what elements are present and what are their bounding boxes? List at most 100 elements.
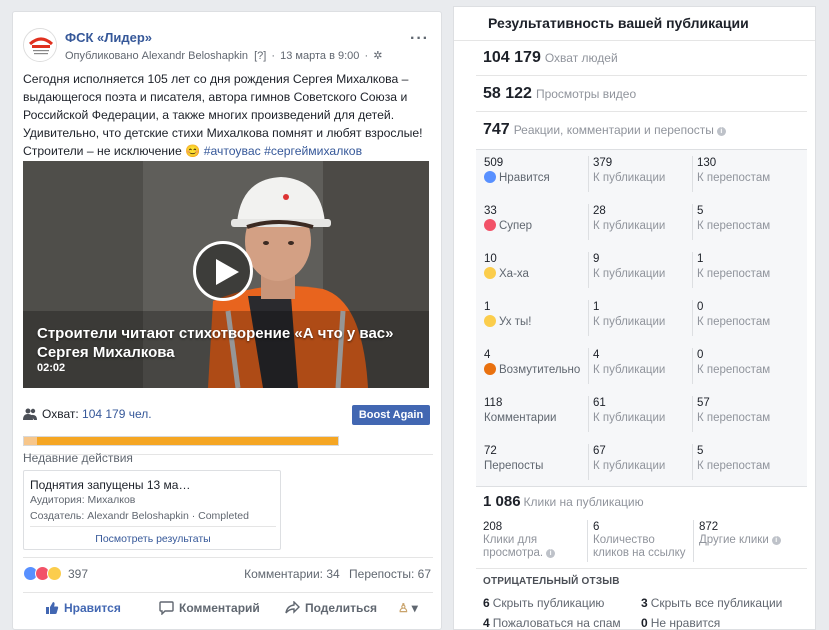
breakdown-cell: 1 Ух ты! — [480, 300, 586, 336]
breakdown-label-text: К публикации — [593, 220, 666, 232]
haha-reaction-icon — [484, 267, 496, 279]
published-by[interactable]: Опубликовано Alexandr Beloshapkin — [65, 50, 248, 62]
recent-actions-title: Недавние действия — [23, 451, 133, 465]
help-mark[interactable]: [?] — [254, 50, 266, 62]
video-duration: 02:02 — [37, 362, 66, 374]
play-icon — [216, 259, 239, 285]
post-date[interactable]: 13 марта в 9:00 — [280, 50, 359, 62]
click-label: Другие клики i — [699, 534, 803, 547]
reach-stat-value: 104 179 — [483, 49, 541, 66]
info-icon[interactable]: i — [716, 127, 726, 136]
breakdown-cell: 0 К перепостам — [692, 300, 802, 336]
breakdown-label-text: К перепостам — [697, 172, 771, 184]
breakdown-value: 509 — [484, 157, 504, 169]
share-button[interactable]: Поделиться — [285, 600, 377, 615]
breakdown-label-text: Перепосты — [484, 460, 544, 472]
breakdown-label: К перепостам — [697, 170, 802, 186]
more-options-icon[interactable]: ··· — [410, 30, 429, 48]
breakdown-label-text: Нравится — [499, 172, 550, 184]
breakdown-value: 67 — [593, 445, 606, 457]
neg-label: Скрыть публикацию — [492, 596, 605, 610]
breakdown-cell: 28 К публикации — [588, 204, 692, 240]
video-title: Строители читают стихотворение «А что у … — [37, 325, 394, 361]
reaction-icons[interactable] — [23, 566, 65, 581]
reactions-breakdown: 509 Нравится 379 К публикации 130 К перепоста… — [476, 149, 807, 487]
like-button[interactable]: Нравится — [45, 601, 121, 615]
reach-stat: 104 179 Охват людей — [483, 49, 618, 67]
breakdown-value: 130 — [697, 157, 717, 169]
view-results-link[interactable]: Посмотреть результаты — [24, 533, 282, 545]
post-hashtags[interactable]: #ачтоувас #сергеймихалков — [204, 144, 362, 158]
reach-progress-bar — [23, 436, 339, 446]
lider-logo-icon — [24, 29, 56, 61]
breakdown-label: К перепостам — [697, 218, 802, 234]
breakdown-label: К публикации — [593, 362, 692, 378]
info-icon[interactable]: i — [771, 536, 781, 545]
neg-label: Пожаловаться на спам — [492, 616, 621, 630]
play-button[interactable] — [193, 241, 253, 301]
breakdown-label: К публикации — [593, 410, 692, 426]
views-stat-value: 58 122 — [483, 85, 532, 102]
views-stat: 58 122 Просмотры видео — [483, 85, 636, 103]
reactions-bar: 397 Комментарии: 34 Перепосты: 67 — [23, 565, 433, 583]
audience-selector[interactable]: ♙ ▾ — [398, 601, 418, 615]
comment-button[interactable]: Комментарий — [159, 601, 260, 616]
breakdown-label-text: К публикации — [593, 268, 666, 280]
negative-unlike: 0 Не нравится — [641, 616, 720, 630]
breakdown-label: Ха-ха — [484, 266, 586, 282]
breakdown-value: 9 — [593, 253, 600, 265]
divider — [23, 557, 433, 558]
comments-count[interactable]: Комментарии: 34 — [244, 567, 340, 581]
breakdown-label: Супер — [484, 218, 586, 234]
like-reaction-icon — [484, 171, 496, 183]
chevron-down-icon: ▾ — [411, 601, 418, 615]
breakdown-cell: 61 К публикации — [588, 396, 692, 432]
reactions-count[interactable]: 397 — [68, 567, 88, 581]
page-avatar[interactable] — [23, 28, 57, 62]
breakdown-label: К перепостам — [697, 362, 802, 378]
recent-action-card: Поднятия запущены 13 ма… Аудитория: Миха… — [23, 470, 281, 550]
breakdown-cell: 0 К перепостам — [692, 348, 802, 384]
shares-count[interactable]: Перепосты: 67 — [349, 567, 431, 581]
breakdown-value: 57 — [697, 397, 710, 409]
audience-gear-icon[interactable]: ✲ — [373, 50, 382, 62]
boost-again-button[interactable]: Boost Again — [352, 405, 430, 425]
comment-icon — [159, 601, 174, 616]
click-label: Клики для — [483, 534, 538, 546]
neg-label: Не нравится — [650, 616, 721, 630]
click-value: 208 — [483, 521, 503, 533]
breakdown-label-text: К перепостам — [697, 412, 771, 424]
person-icon: ♙ — [398, 601, 409, 615]
breakdown-cell: 130 К перепостам — [692, 156, 802, 192]
breakdown-cell: 72 Перепосты — [480, 444, 586, 480]
neg-value: 6 — [483, 596, 490, 610]
boost-creator: Создатель: Alexandr Beloshapkin · Comple… — [30, 510, 249, 522]
engagement-stat: 747 Реакции, комментарии и перепосты i — [483, 121, 726, 139]
post-header: ФСК «Лидер» Опубликовано Alexandr Belosh… — [23, 28, 431, 68]
haha-reaction-icon — [47, 566, 62, 581]
breakdown-row: 72 Перепосты 67 К публикации 5 К перепостам — [476, 438, 807, 486]
breakdown-cell: 5 К перепостам — [692, 204, 802, 240]
click-label: просмотра. i — [483, 547, 587, 560]
divider — [454, 40, 815, 41]
reach-value[interactable]: 104 179 чел. — [82, 407, 152, 421]
people-icon — [23, 408, 37, 420]
breakdown-cell: 10 Ха-ха — [480, 252, 586, 288]
negative-hide-all: 3 Скрыть все публикации — [641, 596, 782, 610]
breakdown-label: К публикации — [593, 170, 692, 186]
breakdown-label-text: Возмутительно — [499, 364, 581, 376]
breakdown-cell: 509 Нравится — [480, 156, 586, 192]
breakdown-cell: 9 К публикации — [588, 252, 692, 288]
click-label: кликов на ссылку — [593, 547, 686, 559]
breakdown-label-text: К перепостам — [697, 268, 771, 280]
video-player[interactable]: Строители читают стихотворение «А что у … — [23, 161, 429, 388]
engagement-stat-label: Реакции, комментарии и перепосты — [513, 123, 714, 137]
post-meta: Опубликовано Alexandr Beloshapkin [?] · … — [65, 49, 382, 62]
negative-spam: 4 Пожаловаться на спам — [483, 616, 621, 630]
meta-separator: · — [271, 50, 276, 62]
info-icon[interactable]: i — [546, 549, 556, 558]
breakdown-label: Нравится — [484, 170, 586, 186]
breakdown-cell: 1 К публикации — [588, 300, 692, 336]
boost-audience: Аудитория: Михалков — [30, 494, 136, 506]
page-name[interactable]: ФСК «Лидер» — [65, 30, 152, 45]
